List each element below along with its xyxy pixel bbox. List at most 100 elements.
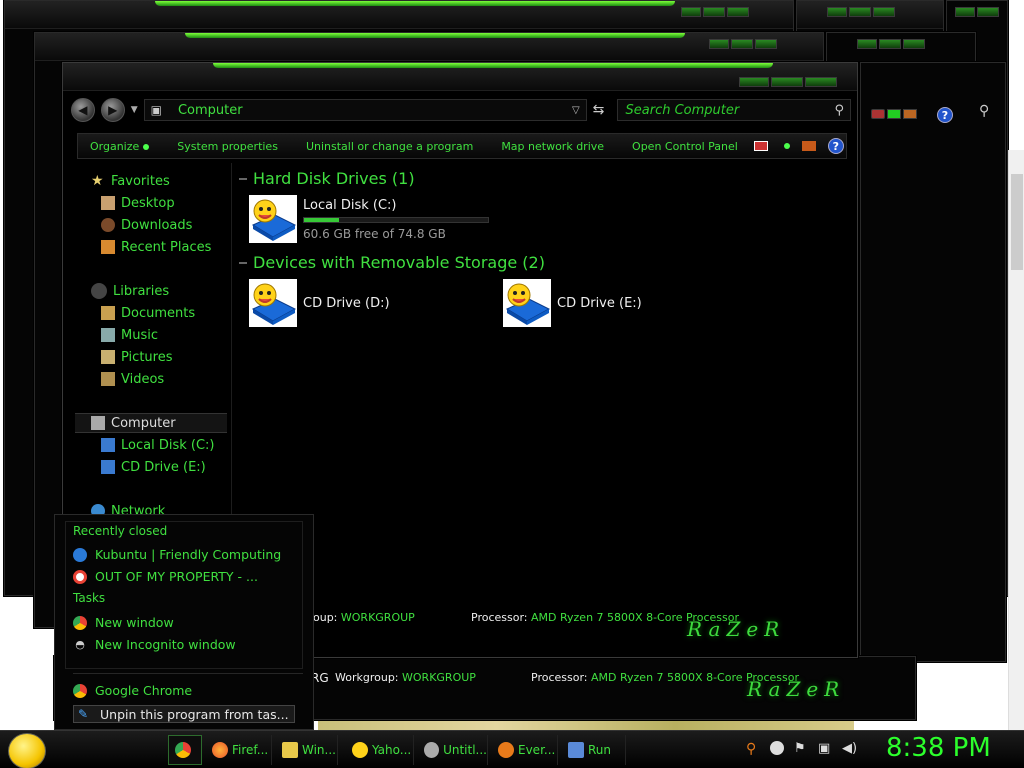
system-tray: ⚲ ⚑ ▣ ◀) (746, 741, 857, 757)
window-controls[interactable] (681, 7, 749, 17)
documents-icon (101, 306, 115, 320)
start-button[interactable] (8, 733, 46, 768)
cd-drive-icon (249, 279, 297, 327)
address-text: Computer (177, 102, 243, 118)
yahoo-messenger-icon (352, 742, 368, 758)
background-window-6[interactable]: ? ⚲ (860, 62, 1006, 662)
dropdown-dot-icon (143, 143, 150, 150)
drive-e-label: CD Drive (E:) (557, 295, 642, 311)
uninstall-program-button[interactable]: Uninstall or change a program (306, 140, 473, 153)
jump-item-new-window[interactable]: New window (73, 615, 174, 630)
nav-favorites[interactable]: ★ Favorites (91, 171, 170, 191)
taskbar-untitled[interactable]: Untitl... (418, 735, 488, 765)
volume-icon[interactable]: ◀) (842, 741, 857, 756)
razer-logo: RaZeR (687, 617, 786, 641)
workgroup-detail: oup: WORKGROUP (313, 611, 415, 624)
nav-local-disk-c[interactable]: Local Disk (C:) (101, 435, 214, 455)
titlebar-glow (155, 1, 675, 6)
jump-item-kubuntu[interactable]: Kubuntu | Friendly Computing (73, 547, 281, 562)
search-input[interactable]: Search Computer ⚲ (616, 99, 851, 121)
help-icon[interactable]: ? (827, 138, 844, 154)
nav-pictures[interactable]: Pictures (101, 347, 172, 367)
taskbar-everything[interactable]: Ever... (492, 735, 558, 765)
group-removable-storage[interactable]: Devices with Removable Storage (2) (239, 253, 545, 272)
organize-button[interactable]: Organize (90, 140, 150, 153)
scrollbar-thumb[interactable] (1011, 174, 1023, 270)
maximize-button[interactable] (771, 77, 803, 87)
drive-c-free-space: 60.6 GB free of 74.8 GB (303, 226, 446, 241)
drive-e[interactable]: CD Drive (E:) (503, 279, 642, 327)
drive-c-label: Local Disk (C:) (303, 197, 397, 213)
help-icon[interactable]: ? (937, 107, 953, 123)
taskbar-yahoo[interactable]: Yaho... (346, 735, 414, 765)
firefox-icon (212, 742, 228, 758)
change-view-icon[interactable] (753, 141, 768, 151)
nav-computer[interactable]: Computer (75, 413, 227, 433)
minimize-button[interactable] (739, 77, 769, 87)
group-hard-disk-drives[interactable]: Hard Disk Drives (1) (239, 169, 415, 188)
search-tray-icon[interactable]: ⚲ (746, 741, 760, 757)
map-network-drive-button[interactable]: Map network drive (501, 140, 604, 153)
chrome-icon (73, 615, 87, 630)
address-field[interactable]: ▣ Computer ▽ (143, 99, 587, 121)
search-icon[interactable]: ⚲ (979, 103, 989, 119)
minus-tray-icon[interactable] (770, 741, 784, 755)
nav-cd-drive-e[interactable]: CD Drive (E:) (101, 457, 206, 477)
taskbar-clock[interactable]: 8:38 PM (886, 733, 991, 763)
computer-icon (91, 416, 105, 430)
workgroup-detail-2: Workgroup: WORKGROUP (335, 671, 476, 684)
refresh-icon[interactable]: ⇆ (593, 102, 611, 118)
recently-closed-header: Recently closed (73, 524, 168, 538)
taskbar-chrome[interactable] (168, 735, 202, 765)
search-icon[interactable]: ⚲ (834, 103, 844, 118)
taskbar-firefox[interactable]: Firef... (206, 735, 272, 765)
back-button[interactable]: ◀ (71, 98, 95, 122)
address-dropdown-icon[interactable]: ▽ (572, 105, 580, 116)
videos-icon (101, 372, 115, 386)
google-icon (73, 569, 87, 584)
network-tray-icon[interactable]: ▣ (818, 741, 832, 756)
drive-d[interactable]: CD Drive (D:) (249, 279, 390, 327)
command-bar: Organize System properties Uninstall or … (77, 133, 847, 159)
chrome-jump-list: Recently closed Kubuntu | Friendly Compu… (54, 514, 314, 730)
drive-c-usage-fill (304, 217, 339, 222)
window-controls[interactable] (871, 109, 917, 119)
nav-downloads[interactable]: Downloads (101, 215, 192, 235)
taskbar-windows-explorer[interactable]: Win... (276, 735, 338, 765)
page-scrollbar[interactable] (1008, 150, 1024, 730)
jump-item-new-incognito-window[interactable]: ◓ New Incognito window (73, 637, 235, 652)
window-controls[interactable] (827, 7, 895, 17)
star-icon: ★ (91, 173, 104, 189)
recent-pages-dropdown[interactable]: ▼ (131, 105, 138, 115)
drive-d-label: CD Drive (D:) (303, 295, 390, 311)
jump-item-google-chrome[interactable]: Google Chrome (73, 683, 192, 698)
nav-music[interactable]: Music (101, 325, 158, 345)
close-button[interactable] (805, 77, 837, 87)
system-properties-button[interactable]: System properties (177, 140, 278, 153)
action-center-flag-icon[interactable]: ⚑ (794, 741, 808, 756)
view-dropdown-dot-icon[interactable] (783, 143, 790, 149)
window-controls[interactable] (857, 39, 925, 49)
nav-desktop[interactable]: Desktop (101, 193, 175, 213)
unpin-button[interactable]: ✎ Unpin this program from tas... (73, 705, 295, 723)
folder-icon (282, 742, 298, 758)
window-controls[interactable] (955, 7, 999, 17)
taskbar: Firef... Win... Yaho... Untitl... Ever..… (0, 730, 1024, 768)
nav-libraries[interactable]: Libraries (91, 281, 169, 301)
content-pane: Hard Disk Drives (1) Local Disk (C:) 60.… (239, 167, 839, 467)
drive-c[interactable]: Local Disk (C:) 60.6 GB free of 74.8 GB (249, 195, 489, 243)
music-icon (101, 328, 115, 342)
jump-item-out-of-my-property[interactable]: OUT OF MY PROPERTY - ... (73, 569, 258, 584)
forward-button[interactable]: ▶ (100, 98, 125, 122)
nav-documents[interactable]: Documents (101, 303, 195, 323)
paint-icon (424, 742, 440, 758)
window-controls[interactable] (709, 39, 777, 49)
window-controls[interactable] (739, 77, 837, 87)
nav-recent-places[interactable]: Recent Places (101, 237, 211, 257)
taskbar-run[interactable]: Run (562, 735, 626, 765)
preview-pane-icon[interactable] (801, 141, 816, 151)
nav-videos[interactable]: Videos (101, 369, 164, 389)
recent-places-icon (101, 240, 115, 254)
downloads-icon (101, 218, 115, 232)
open-control-panel-button[interactable]: Open Control Panel (632, 140, 738, 153)
